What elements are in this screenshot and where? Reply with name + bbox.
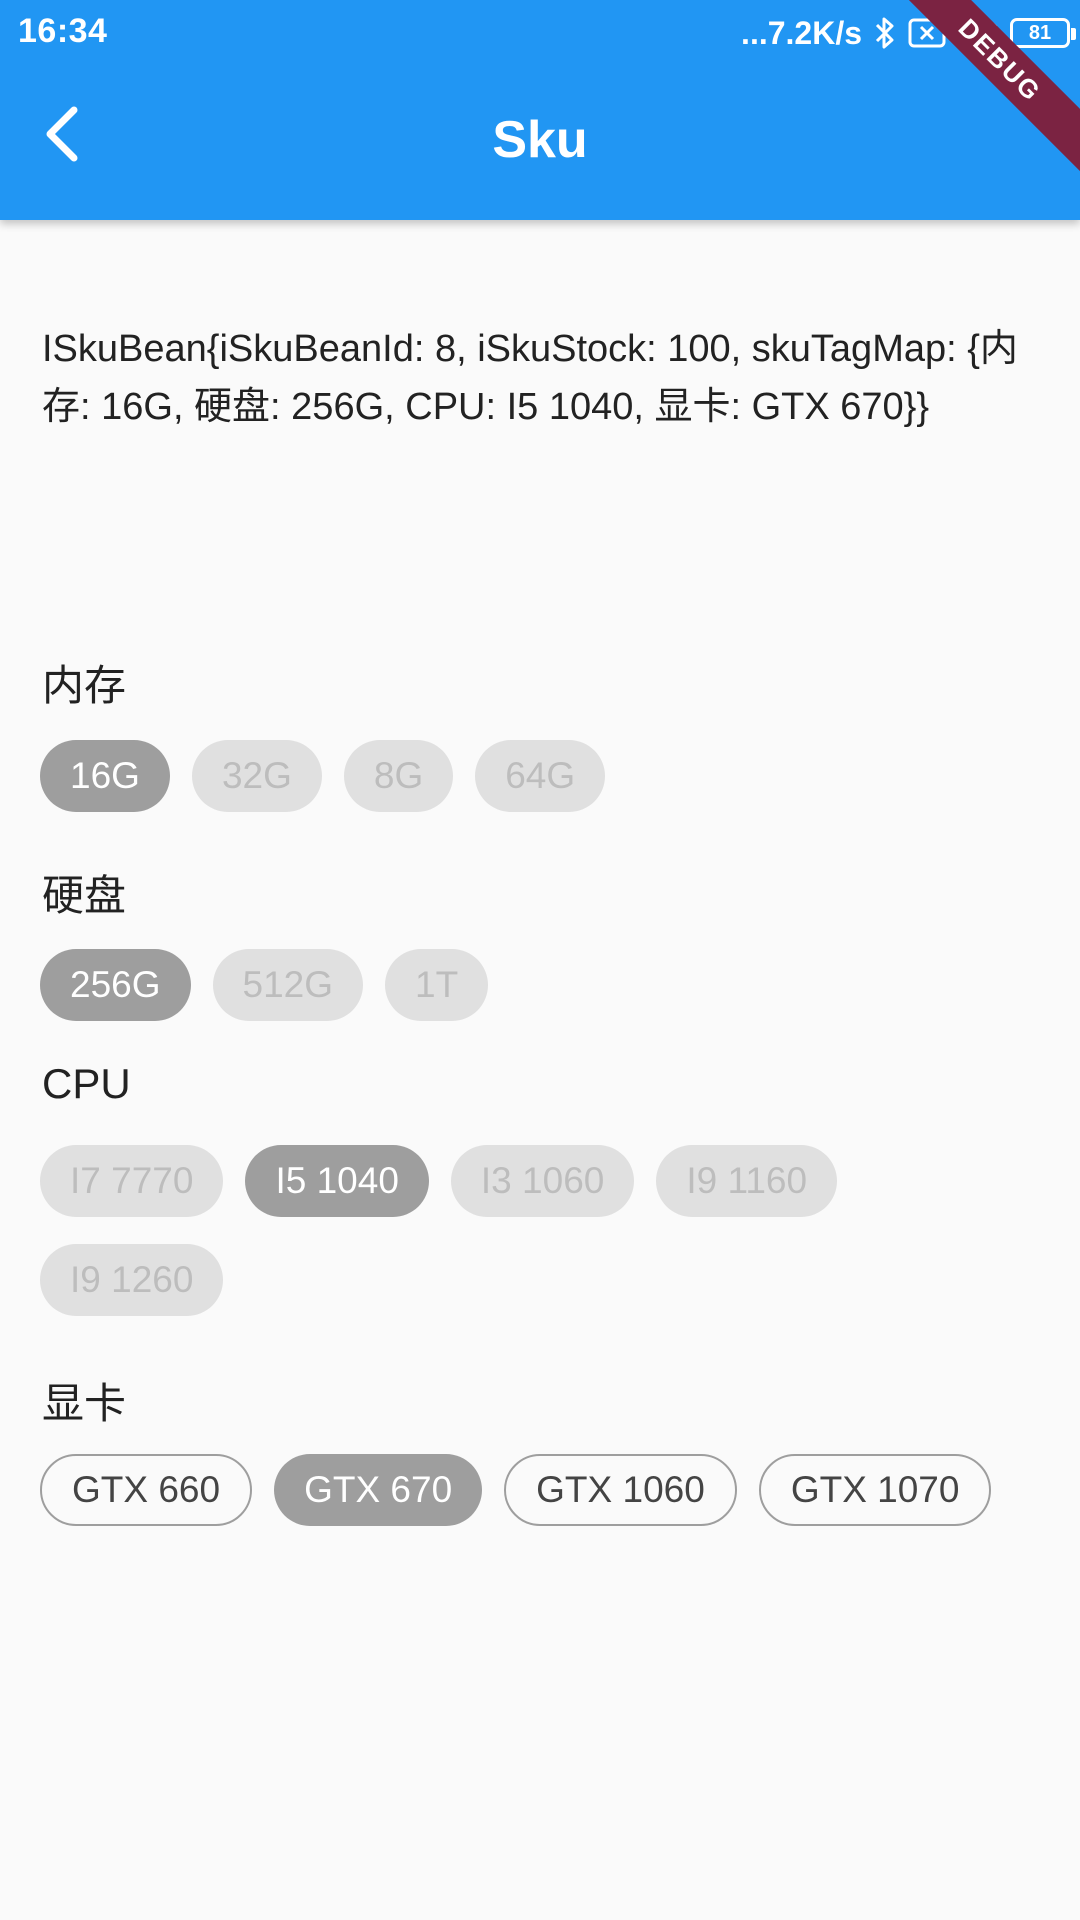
- group-label-gpu: 显卡: [42, 1380, 127, 1427]
- sku-info-text: ISkuBean{iSkuBeanId: 8, iSkuStock: 100, …: [42, 328, 1018, 428]
- status-time: 16:34: [18, 12, 108, 50]
- group-label-memory: 内存: [42, 662, 127, 709]
- chip-row: 16G 32G 8G 64G: [40, 740, 606, 812]
- chip-option[interactable]: 32G: [191, 740, 322, 812]
- chip-row: 256G 512G 1T: [40, 949, 489, 1021]
- chip-option[interactable]: 256G: [40, 949, 191, 1021]
- group-label-disk: 硬盘: [42, 872, 127, 919]
- bluetooth-icon: [874, 16, 896, 50]
- status-icons: ...7.2K/s 81: [741, 12, 1076, 54]
- chip-option[interactable]: I7 7770: [40, 1145, 224, 1217]
- battery-icon: 81: [1010, 18, 1076, 48]
- chip-option[interactable]: 16G: [40, 740, 170, 812]
- chip-option[interactable]: 1T: [385, 949, 489, 1021]
- chip-option[interactable]: GTX 1060: [504, 1454, 737, 1526]
- chip-row: I7 7770 I5 1040 I3 1060 I9 1160: [40, 1145, 838, 1217]
- chip-option[interactable]: 8G: [343, 740, 454, 812]
- chip-option[interactable]: GTX 670: [274, 1454, 483, 1526]
- chip-option[interactable]: 512G: [212, 949, 364, 1021]
- chip-option[interactable]: GTX 1070: [758, 1454, 992, 1526]
- chip-option[interactable]: I5 1040: [245, 1145, 429, 1217]
- chip-option[interactable]: I9 1160: [656, 1145, 838, 1217]
- top-bar: 16:34 ...7.2K/s 81 Sku DEBUG: [0, 0, 1080, 220]
- battery-level: 81: [1028, 21, 1052, 44]
- chip-option[interactable]: 64G: [475, 740, 606, 812]
- chip-option[interactable]: GTX 660: [40, 1454, 253, 1526]
- sku-content: ISkuBean{iSkuBeanId: 8, iSkuStock: 100, …: [0, 220, 1080, 1920]
- network-speed: ...7.2K/s: [741, 14, 862, 51]
- chip-option[interactable]: I9 1260: [40, 1244, 224, 1316]
- app-bar: Sku: [0, 66, 1080, 220]
- chip-row: GTX 660 GTX 670 GTX 1060 GTX 1070: [40, 1454, 992, 1526]
- chip-option[interactable]: I3 1060: [450, 1145, 635, 1217]
- page-title: Sku: [492, 111, 588, 169]
- chip-row: I9 1260: [40, 1244, 224, 1316]
- group-label-cpu: CPU: [42, 1060, 131, 1107]
